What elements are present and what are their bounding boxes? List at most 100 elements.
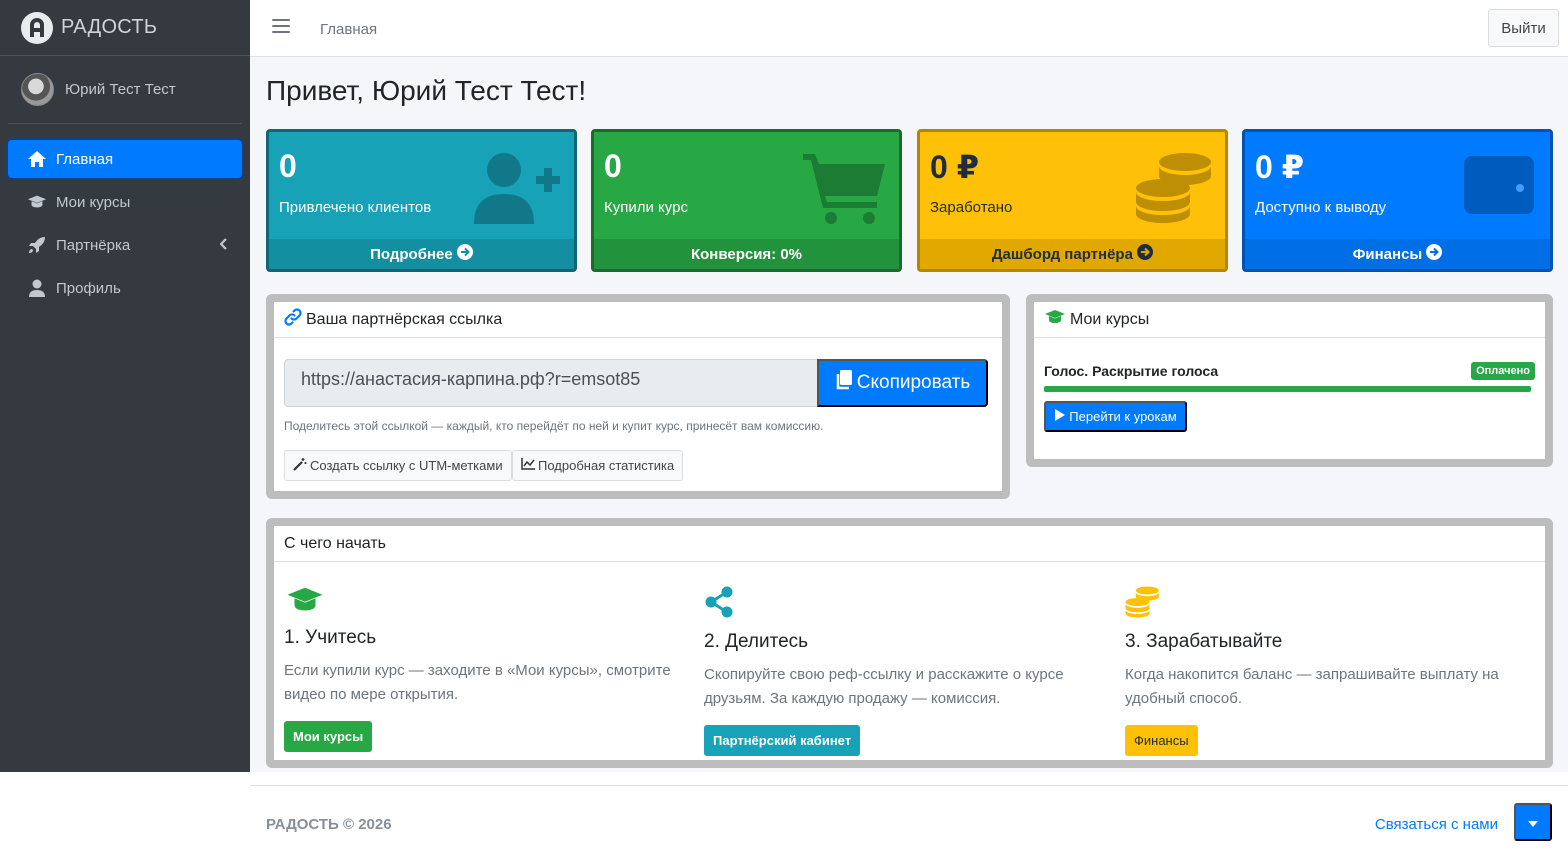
stat-footer-label: Дашборд партнёра: [991, 245, 1133, 263]
user-icon: [27, 278, 47, 298]
graduation-cap-icon: [284, 587, 326, 618]
breadcrumb-home-link[interactable]: Главная: [320, 21, 377, 38]
sidebar-item-label: Мои курсы: [56, 193, 131, 211]
stat-box-earned: 0 ₽ Заработано Дашборд партнёра: [917, 129, 1228, 272]
brand-link[interactable]: РАДОСТЬ: [0, 0, 250, 56]
card-title: С чего начать: [284, 534, 386, 552]
referral-link-card: Ваша партнёрская ссылка https://анастаси…: [266, 294, 1010, 499]
line-chart-icon: [521, 458, 535, 473]
step-share: 2. Делитесь Скопируйте свою реф-ссылку и…: [704, 586, 1104, 756]
sidebar-nav: Главная Мои курсы Партнёрка Профиль: [0, 124, 250, 307]
stat-footer-link[interactable]: Подробнее: [269, 239, 574, 269]
footer: РАДОСТЬ © 2026 Связаться с нами: [250, 785, 1568, 858]
referral-url-input[interactable]: https://анастасия-карпина.рф?r=emsot85: [284, 359, 818, 407]
home-icon: [27, 149, 47, 169]
graduation-cap-icon: [1044, 309, 1066, 330]
step-text: Если купили курс — заходите в «Мои курсы…: [284, 662, 671, 703]
magic-wand-icon: [293, 457, 307, 474]
stat-footer-link[interactable]: Финансы: [1245, 239, 1550, 269]
stat-label: Привлечено клиентов: [279, 199, 432, 216]
contact-us-link[interactable]: Связаться с нами: [1375, 816, 1498, 833]
brand-logo-icon: [21, 11, 53, 44]
finances-button[interactable]: Финансы: [1125, 725, 1198, 756]
stat-box-clients: 0 Привлечено клиентов Подробнее: [266, 129, 577, 272]
page-title: Привет, Юрий Тест Тест!: [266, 75, 587, 106]
hamburger-menu-icon[interactable]: [272, 19, 290, 37]
step-title: 1. Учитесь: [284, 627, 377, 648]
arrow-circle-right-icon: [456, 244, 473, 264]
user-panel[interactable]: Юрий Тест Тест: [8, 56, 242, 124]
partner-cabinet-button[interactable]: Партнёрский кабинет: [704, 725, 861, 756]
stat-label: Доступно к выводу: [1255, 199, 1387, 216]
stat-label: Заработано: [930, 199, 1013, 216]
step-text: Когда накопится баланс — запрашивайте вы…: [1125, 666, 1499, 707]
sidebar-item-partner[interactable]: Партнёрка: [8, 226, 242, 264]
stat-footer-link[interactable]: Дашборд партнёра: [920, 239, 1225, 269]
brand-name: РАДОСТЬ: [61, 16, 158, 38]
stat-box-withdraw: 0 ₽ Доступно к выводу Финансы: [1242, 129, 1553, 272]
step-title: 2. Делитесь: [704, 631, 809, 652]
graduation-cap-icon: [27, 192, 47, 212]
stat-footer-label: Финансы: [1352, 245, 1423, 263]
utm-button-label: Создать ссылку с UTM-метками: [310, 458, 503, 473]
sidebar-item-profile[interactable]: Профиль: [8, 269, 242, 307]
avatar: [21, 73, 54, 106]
play-icon: [1054, 408, 1066, 425]
card-header: Ваша партнёрская ссылка: [274, 302, 1002, 338]
course-progress-bar: [1044, 386, 1531, 392]
main-content: Привет, Юрий Тест Тест! 0 Привлечено кли…: [250, 57, 1568, 772]
stat-value: 0: [279, 148, 297, 184]
getting-started-card: С чего начать 1. Учитесь Если купили кур…: [266, 518, 1553, 768]
sidebar-item-label: Профиль: [56, 279, 121, 297]
stat-box-purchases: 0 Купили курс Конверсия: 0%: [591, 129, 902, 272]
referral-hint: Поделитесь этой ссылкой — каждый, кто пе…: [284, 419, 824, 433]
sidebar-item-label: Главная: [56, 150, 114, 168]
arrow-circle-right-icon: [1426, 244, 1443, 264]
dropdown-toggle-button[interactable]: [1514, 803, 1552, 841]
stats-button-label: Подробная статистика: [538, 458, 675, 473]
my-courses-button[interactable]: Мои курсы: [284, 721, 373, 752]
stat-value: 0 ₽: [1255, 149, 1304, 185]
copy-icon: [835, 369, 853, 397]
coins-icon: [1125, 586, 1159, 622]
chevron-left-icon: [219, 237, 228, 254]
go-to-lessons-button[interactable]: Перейти к урокам: [1044, 401, 1187, 432]
copy-button-label: Скопировать: [856, 372, 971, 393]
step-title: 3. Зарабатывайте: [1125, 631, 1283, 652]
status-badge: Оплачено: [1471, 362, 1535, 380]
sidebar: РАДОСТЬ Юрий Тест Тест Главная Мои курсы…: [0, 0, 250, 772]
stat-footer-label: Подробнее: [370, 245, 453, 263]
create-utm-link-button[interactable]: Создать ссылку с UTM-метками: [284, 450, 512, 481]
step-earn: 3. Зарабатывайте Когда накопится баланс …: [1125, 586, 1525, 756]
share-icon: [704, 586, 734, 622]
topbar: Главная Выйти: [250, 0, 1568, 57]
arrow-circle-right-icon: [1137, 244, 1154, 264]
stat-footer-text: Конверсия: 0%: [594, 239, 899, 269]
rocket-icon: [27, 235, 47, 255]
stat-value: 0: [604, 148, 622, 184]
sidebar-item-label: Партнёрка: [56, 236, 131, 254]
cart-icon: [803, 154, 885, 224]
user-plus-icon: [474, 153, 560, 224]
detailed-stats-button[interactable]: Подробная статистика: [512, 450, 684, 481]
step-text: Скопируйте свою реф-ссылку и расскажите …: [704, 666, 1064, 707]
stat-value: 0 ₽: [930, 149, 979, 185]
user-name: Юрий Тест Тест: [65, 81, 176, 98]
card-header: Мои курсы: [1034, 302, 1545, 338]
sidebar-item-home[interactable]: Главная: [8, 140, 242, 178]
course-name: Голос. Раскрытие голоса: [1044, 363, 1219, 379]
wallet-icon: [1464, 156, 1534, 214]
card-title: Мои курсы: [1070, 310, 1150, 328]
logout-button[interactable]: Выйти: [1488, 9, 1559, 47]
sidebar-item-my-courses[interactable]: Мои курсы: [8, 183, 242, 221]
card-header: С чего начать: [274, 526, 1545, 562]
caret-down-icon: [1528, 815, 1538, 830]
link-icon: [284, 308, 302, 331]
footer-copyright: РАДОСТЬ © 2026: [266, 816, 392, 833]
card-title: Ваша партнёрская ссылка: [306, 310, 503, 328]
coins-icon: [1136, 153, 1211, 223]
copy-link-button[interactable]: Скопировать: [817, 359, 988, 407]
step-learn: 1. Учитесь Если купили курс — заходите в…: [284, 586, 684, 752]
go-button-label: Перейти к урокам: [1069, 409, 1177, 424]
stat-label: Купили курс: [604, 199, 688, 216]
